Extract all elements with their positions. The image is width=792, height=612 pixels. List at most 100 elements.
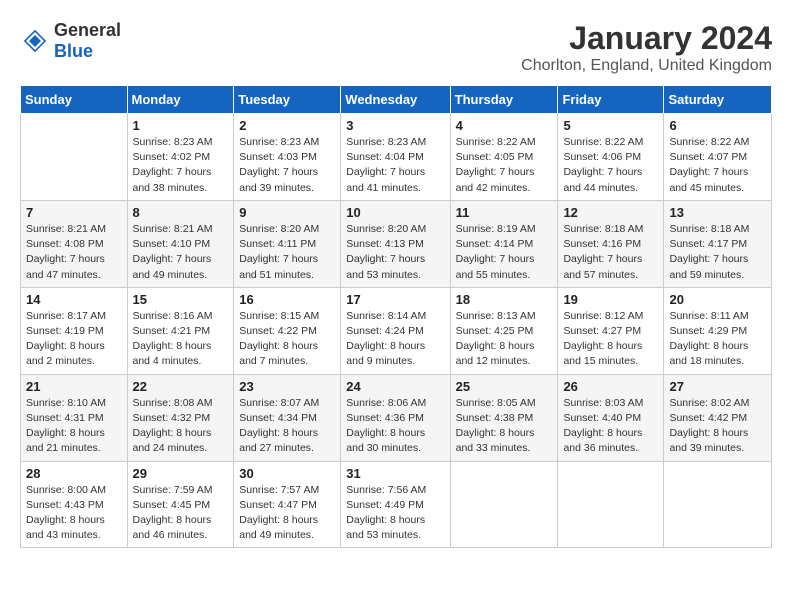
day-info: Sunrise: 8:23 AMSunset: 4:03 PMDaylight:…: [239, 135, 335, 196]
day-info: Sunrise: 8:03 AMSunset: 4:40 PMDaylight:…: [563, 396, 658, 457]
day-info: Sunrise: 8:17 AMSunset: 4:19 PMDaylight:…: [26, 309, 122, 370]
calendar-cell: [21, 114, 128, 201]
header-row: SundayMondayTuesdayWednesdayThursdayFrid…: [21, 86, 772, 114]
day-number: 1: [133, 118, 229, 133]
logo-text: General Blue: [54, 20, 121, 62]
day-info: Sunrise: 8:18 AMSunset: 4:16 PMDaylight:…: [563, 222, 658, 283]
day-info: Sunrise: 8:21 AMSunset: 4:08 PMDaylight:…: [26, 222, 122, 283]
day-number: 13: [669, 205, 766, 220]
day-info: Sunrise: 8:22 AMSunset: 4:05 PMDaylight:…: [456, 135, 553, 196]
day-number: 26: [563, 379, 658, 394]
calendar-cell: 13 Sunrise: 8:18 AMSunset: 4:17 PMDayligh…: [664, 200, 772, 287]
day-number: 8: [133, 205, 229, 220]
calendar-week-1: 1 Sunrise: 8:23 AMSunset: 4:02 PMDaylight…: [21, 114, 772, 201]
calendar-cell: 14Sunrise: 8:17 AMSunset: 4:19 PMDayligh…: [21, 287, 128, 374]
day-info: Sunrise: 8:21 AMSunset: 4:10 PMDaylight:…: [133, 222, 229, 283]
calendar-table: SundayMondayTuesdayWednesdayThursdayFrid…: [20, 85, 772, 548]
day-number: 18: [456, 292, 553, 307]
calendar-cell: 26 Sunrise: 8:03 AMSunset: 4:40 PMDayligh…: [558, 374, 664, 461]
day-info: Sunrise: 8:00 AMSunset: 4:43 PMDaylight:…: [26, 483, 122, 544]
day-info: Sunrise: 8:08 AMSunset: 4:32 PMDaylight:…: [133, 396, 229, 457]
calendar-cell: 7 Sunrise: 8:21 AMSunset: 4:08 PMDaylight…: [21, 200, 128, 287]
day-info: Sunrise: 8:06 AMSunset: 4:36 PMDaylight:…: [346, 396, 444, 457]
location: Chorlton, England, United Kingdom: [521, 57, 772, 75]
calendar-week-5: 28 Sunrise: 8:00 AMSunset: 4:43 PMDayligh…: [21, 461, 772, 548]
day-number: 2: [239, 118, 335, 133]
day-info: Sunrise: 8:20 AMSunset: 4:11 PMDaylight:…: [239, 222, 335, 283]
day-info: Sunrise: 8:14 AMSunset: 4:24 PMDaylight:…: [346, 309, 444, 370]
calendar-cell: [664, 461, 772, 548]
day-number: 21: [26, 379, 122, 394]
day-info: Sunrise: 8:15 AMSunset: 4:22 PMDaylight:…: [239, 309, 335, 370]
day-info: Sunrise: 8:13 AMSunset: 4:25 PMDaylight:…: [456, 309, 553, 370]
day-number: 12: [563, 205, 658, 220]
day-number: 20: [669, 292, 766, 307]
calendar-cell: 1 Sunrise: 8:23 AMSunset: 4:02 PMDaylight…: [127, 114, 234, 201]
calendar-cell: 10 Sunrise: 8:20 AMSunset: 4:13 PMDayligh…: [341, 200, 450, 287]
calendar-cell: 27 Sunrise: 8:02 AMSunset: 4:42 PMDayligh…: [664, 374, 772, 461]
calendar-week-3: 14Sunrise: 8:17 AMSunset: 4:19 PMDayligh…: [21, 287, 772, 374]
calendar-cell: 25 Sunrise: 8:05 AMSunset: 4:38 PMDayligh…: [450, 374, 558, 461]
weekday-header-tuesday: Tuesday: [234, 86, 341, 114]
day-info: Sunrise: 7:56 AMSunset: 4:49 PMDaylight:…: [346, 483, 444, 544]
day-info: Sunrise: 8:05 AMSunset: 4:38 PMDaylight:…: [456, 396, 553, 457]
day-number: 27: [669, 379, 766, 394]
calendar-cell: 4Sunrise: 8:22 AMSunset: 4:05 PMDaylight…: [450, 114, 558, 201]
calendar-cell: 2 Sunrise: 8:23 AMSunset: 4:03 PMDaylight…: [234, 114, 341, 201]
calendar-cell: 29Sunrise: 7:59 AMSunset: 4:45 PMDayligh…: [127, 461, 234, 548]
title-section: January 2024 Chorlton, England, United K…: [521, 20, 772, 75]
weekday-header-sunday: Sunday: [21, 86, 128, 114]
calendar-cell: 3Sunrise: 8:23 AMSunset: 4:04 PMDaylight…: [341, 114, 450, 201]
day-info: Sunrise: 8:18 AMSunset: 4:17 PMDaylight:…: [669, 222, 766, 283]
day-number: 31: [346, 466, 444, 481]
calendar-cell: 20 Sunrise: 8:11 AMSunset: 4:29 PMDayligh…: [664, 287, 772, 374]
logo-blue: Blue: [54, 41, 121, 62]
logo-general: General: [54, 20, 121, 41]
day-number: 5: [563, 118, 658, 133]
day-info: Sunrise: 8:20 AMSunset: 4:13 PMDaylight:…: [346, 222, 444, 283]
calendar-cell: 8 Sunrise: 8:21 AMSunset: 4:10 PMDaylight…: [127, 200, 234, 287]
day-info: Sunrise: 8:22 AMSunset: 4:07 PMDaylight:…: [669, 135, 766, 196]
calendar-cell: 19 Sunrise: 8:12 AMSunset: 4:27 PMDayligh…: [558, 287, 664, 374]
day-number: 24: [346, 379, 444, 394]
calendar-cell: 11Sunrise: 8:19 AMSunset: 4:14 PMDayligh…: [450, 200, 558, 287]
weekday-header-monday: Monday: [127, 86, 234, 114]
day-info: Sunrise: 8:19 AMSunset: 4:14 PMDaylight:…: [456, 222, 553, 283]
calendar-cell: [450, 461, 558, 548]
calendar-body: 1 Sunrise: 8:23 AMSunset: 4:02 PMDaylight…: [21, 114, 772, 548]
day-info: Sunrise: 8:11 AMSunset: 4:29 PMDaylight:…: [669, 309, 766, 370]
day-number: 6: [669, 118, 766, 133]
day-number: 7: [26, 205, 122, 220]
calendar-cell: 28 Sunrise: 8:00 AMSunset: 4:43 PMDayligh…: [21, 461, 128, 548]
logo-icon: [20, 26, 50, 56]
calendar-week-4: 21 Sunrise: 8:10 AMSunset: 4:31 PMDayligh…: [21, 374, 772, 461]
calendar-cell: 6 Sunrise: 8:22 AMSunset: 4:07 PMDaylight…: [664, 114, 772, 201]
day-info: Sunrise: 8:10 AMSunset: 4:31 PMDaylight:…: [26, 396, 122, 457]
calendar-week-2: 7 Sunrise: 8:21 AMSunset: 4:08 PMDaylight…: [21, 200, 772, 287]
weekday-header-wednesday: Wednesday: [341, 86, 450, 114]
day-number: 10: [346, 205, 444, 220]
calendar-cell: 18 Sunrise: 8:13 AMSunset: 4:25 PMDayligh…: [450, 287, 558, 374]
day-number: 23: [239, 379, 335, 394]
day-number: 25: [456, 379, 553, 394]
calendar-cell: 15Sunrise: 8:16 AMSunset: 4:21 PMDayligh…: [127, 287, 234, 374]
calendar-cell: 21 Sunrise: 8:10 AMSunset: 4:31 PMDayligh…: [21, 374, 128, 461]
weekday-header-saturday: Saturday: [664, 86, 772, 114]
day-number: 28: [26, 466, 122, 481]
calendar-cell: [558, 461, 664, 548]
calendar-cell: 24 Sunrise: 8:06 AMSunset: 4:36 PMDayligh…: [341, 374, 450, 461]
day-info: Sunrise: 8:02 AMSunset: 4:42 PMDaylight:…: [669, 396, 766, 457]
calendar-cell: 5Sunrise: 8:22 AMSunset: 4:06 PMDaylight…: [558, 114, 664, 201]
calendar-cell: 17Sunrise: 8:14 AMSunset: 4:24 PMDayligh…: [341, 287, 450, 374]
day-info: Sunrise: 8:12 AMSunset: 4:27 PMDaylight:…: [563, 309, 658, 370]
day-number: 9: [239, 205, 335, 220]
day-number: 30: [239, 466, 335, 481]
day-info: Sunrise: 8:23 AMSunset: 4:02 PMDaylight:…: [133, 135, 229, 196]
day-number: 19: [563, 292, 658, 307]
page-header: General Blue January 2024 Chorlton, Engl…: [20, 20, 772, 75]
logo: General Blue: [20, 20, 121, 62]
day-number: 15: [133, 292, 229, 307]
day-info: Sunrise: 8:07 AMSunset: 4:34 PMDaylight:…: [239, 396, 335, 457]
calendar-cell: 16Sunrise: 8:15 AMSunset: 4:22 PMDayligh…: [234, 287, 341, 374]
day-info: Sunrise: 7:59 AMSunset: 4:45 PMDaylight:…: [133, 483, 229, 544]
